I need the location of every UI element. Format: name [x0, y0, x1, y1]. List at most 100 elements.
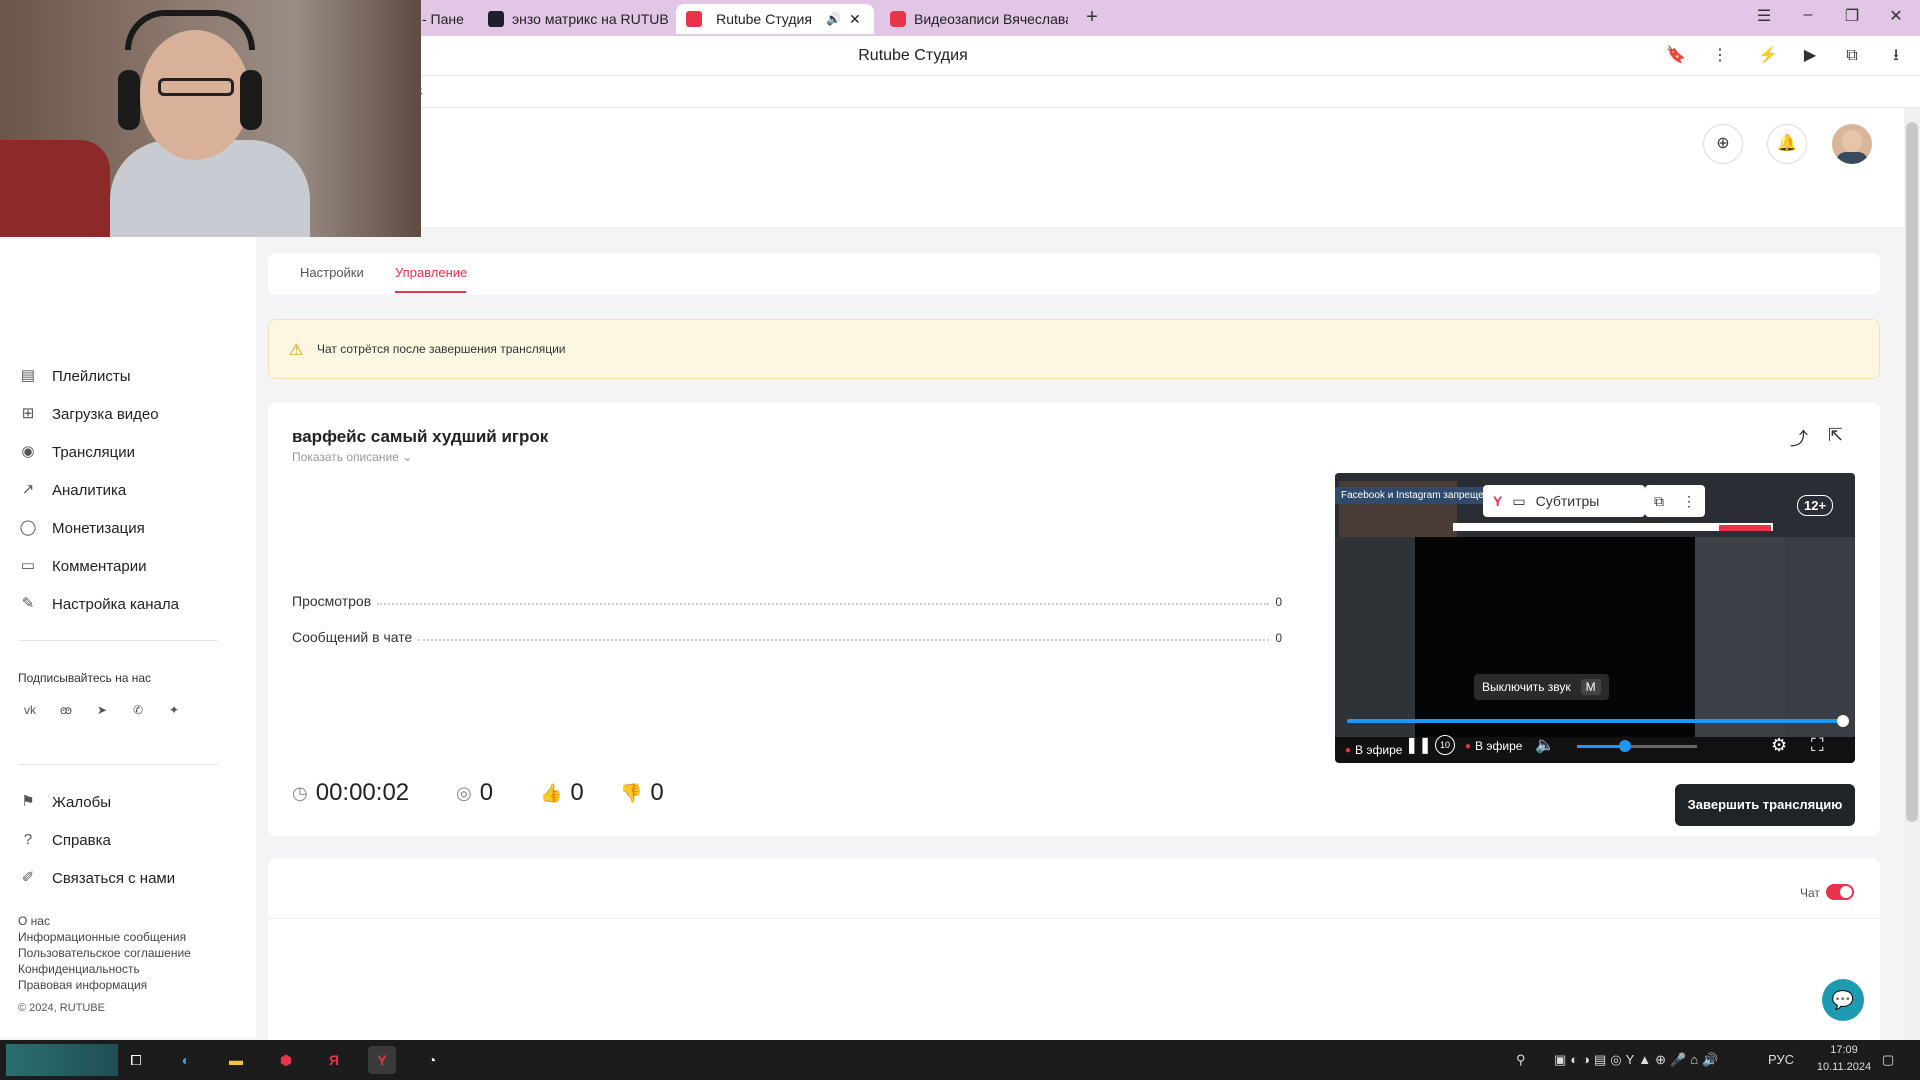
- new-tab-button[interactable]: +: [1078, 6, 1106, 28]
- progress-handle[interactable]: [1837, 715, 1849, 727]
- settings-gear-icon[interactable]: ⚙: [1771, 735, 1787, 756]
- sidebar-item-playlists[interactable]: ▤ Плейлисты: [18, 364, 131, 388]
- volume-icon[interactable]: 🔈: [1535, 735, 1555, 755]
- preview-side-panel: [1695, 537, 1785, 737]
- avatar[interactable]: [1832, 124, 1872, 164]
- tray-person-icon[interactable]: ⚲: [1516, 1052, 1526, 1068]
- media-icon[interactable]: ▶: [1798, 44, 1822, 68]
- explorer-icon[interactable]: ▬: [222, 1046, 250, 1074]
- live-dot-icon: ●: [1465, 740, 1472, 752]
- clock-time[interactable]: 17:09: [1824, 1044, 1864, 1056]
- tab-settings[interactable]: Настройки: [300, 265, 364, 280]
- live-indicator: ● В эфире: [1345, 743, 1402, 757]
- notifications-icon[interactable]: 🔔: [1767, 124, 1807, 164]
- browser-tab-enzo[interactable]: энзо матрикс на RUTUBE: [478, 4, 668, 34]
- scrollbar-thumb[interactable]: [1906, 122, 1918, 822]
- bookmark-icon[interactable]: 🔖: [1664, 44, 1688, 68]
- footer-link-about[interactable]: О нас: [18, 914, 50, 928]
- yandex-icon[interactable]: Я: [320, 1046, 348, 1074]
- obs-icon[interactable]: ◔: [418, 1046, 446, 1074]
- volume-handle[interactable]: [1619, 740, 1631, 752]
- sidebar-item-label: Трансляции: [52, 443, 136, 461]
- chat-toggle[interactable]: [1826, 884, 1854, 900]
- create-button[interactable]: ⊕: [1703, 124, 1743, 164]
- sidebar-item-comments[interactable]: ▭ Комментарии: [18, 554, 147, 578]
- more-icon[interactable]: ⋮: [1708, 44, 1732, 68]
- sidebar-item-analytics[interactable]: ↗ Аналитика: [18, 478, 127, 502]
- end-broadcast-button[interactable]: Завершить трансляцию: [1675, 784, 1855, 826]
- progress-track[interactable]: [1347, 719, 1843, 723]
- close-tab-icon[interactable]: ✕: [849, 11, 861, 28]
- pip-icon[interactable]: ⧉: [1654, 493, 1664, 510]
- footer-link-legal[interactable]: Правовая информация: [18, 978, 147, 992]
- subtitles-button[interactable]: Субтитры: [1536, 493, 1600, 509]
- share-icon[interactable]: ⤴: [1790, 425, 1808, 451]
- browser-tab-dashboard[interactable]: - Пане: [412, 4, 472, 34]
- browser-tab-videos[interactable]: Видеозаписи Вячеслава: [880, 4, 1068, 34]
- vk-icon[interactable]: vk: [18, 698, 42, 722]
- rutube-favicon-icon: [488, 11, 504, 27]
- clock-date[interactable]: 10.11.2024: [1812, 1061, 1876, 1073]
- more-icon[interactable]: ⋮: [1682, 493, 1696, 510]
- warning-text: Чат сотрётся после завершения трансляции: [317, 342, 566, 356]
- dislikes-value: 0: [650, 779, 664, 806]
- sidebar-item-broadcasts[interactable]: ◉ Трансляции: [18, 440, 135, 464]
- chat-divider: [268, 918, 1880, 919]
- page-tabs: Настройки Управление: [268, 253, 1880, 295]
- menu-icon[interactable]: ☰: [1750, 6, 1778, 28]
- more-social-icon[interactable]: ✦: [162, 698, 186, 722]
- close-window-icon[interactable]: ✕: [1882, 6, 1910, 28]
- speaker-icon[interactable]: 🔊: [826, 12, 841, 26]
- ok-icon[interactable]: ꙭ: [54, 698, 78, 722]
- show-description-link[interactable]: Показать описание ⌄: [292, 450, 412, 464]
- sidebar-item-monetization[interactable]: ◯ Монетизация: [18, 516, 145, 540]
- yandex-browser-icon[interactable]: Y: [368, 1046, 396, 1074]
- language-indicator[interactable]: РУС: [1768, 1052, 1794, 1067]
- viber-icon[interactable]: ✆: [126, 698, 150, 722]
- sidebar-item-channel-settings[interactable]: ✎ Настройка канала: [18, 592, 179, 616]
- upload-icon: ⊞: [21, 405, 35, 422]
- app-red-icon[interactable]: ⬢: [272, 1046, 300, 1074]
- pause-icon[interactable]: ❚❚: [1405, 735, 1432, 755]
- divider: [18, 764, 218, 765]
- speed-icon[interactable]: ⚡: [1756, 44, 1780, 68]
- footer-link-terms[interactable]: Пользовательское соглашение: [18, 946, 191, 960]
- volume-track[interactable]: [1577, 745, 1697, 748]
- footer-link-privacy[interactable]: Конфиденциальность: [18, 962, 140, 976]
- player-extra-controls: ⧉ ⋮: [1645, 485, 1705, 517]
- stat-value: 0: [1275, 631, 1282, 645]
- rewind-10-icon[interactable]: 10: [1435, 735, 1455, 755]
- start-area[interactable]: [6, 1044, 118, 1076]
- live-badge-label: В эфире: [1475, 739, 1523, 753]
- telegram-icon[interactable]: ➤: [90, 698, 114, 722]
- yandex-icon[interactable]: Y: [1493, 493, 1502, 509]
- browser-tab-rutube-studio[interactable]: Rutube Студия 🔊 ✕: [676, 4, 874, 34]
- likes-counter: 👍 0: [540, 779, 584, 807]
- sidebar-item-complaints[interactable]: ⚑ Жалобы: [18, 790, 111, 814]
- task-view-icon[interactable]: ⧠: [122, 1046, 150, 1074]
- support-chat-button[interactable]: 💬: [1822, 979, 1864, 1021]
- sidebar-item-label: Монетизация: [52, 519, 145, 537]
- live-dot-icon: ●: [1345, 744, 1352, 756]
- sidebar-item-upload[interactable]: ⊞ Загрузка видео: [18, 402, 159, 426]
- coin-icon: ◯: [19, 519, 37, 536]
- restore-icon[interactable]: ❐: [1838, 6, 1866, 28]
- extensions-icon[interactable]: ⧉: [1840, 44, 1864, 68]
- footer-link-info[interactable]: Информационные сообщения: [18, 930, 186, 944]
- sidebar-item-contact[interactable]: ✐ Связаться с нами: [18, 866, 175, 890]
- video-player[interactable]: Facebook и Instagram запрещен Y ▭ Субтит…: [1335, 473, 1855, 763]
- viewers-value: 0: [479, 779, 494, 806]
- stat-label: Просмотров: [292, 593, 372, 609]
- download-icon[interactable]: ⭳: [1884, 44, 1908, 68]
- open-external-icon[interactable]: ⇱: [1828, 425, 1843, 446]
- tab-manage[interactable]: Управление: [395, 265, 467, 280]
- tray-icons[interactable]: ▣◐◑▤◎Y▲⊕🎤⌂🔊: [1554, 1052, 1722, 1068]
- volume-fill: [1577, 745, 1625, 748]
- notifications-center-icon[interactable]: ▢: [1882, 1052, 1894, 1068]
- fullscreen-icon[interactable]: ⛶: [1811, 735, 1824, 756]
- comment-icon: ▭: [20, 557, 36, 574]
- edge-icon[interactable]: ◐: [172, 1046, 200, 1074]
- sidebar-item-help[interactable]: ? Справка: [18, 828, 111, 852]
- live-badge[interactable]: ● В эфире: [1465, 739, 1522, 753]
- minimize-icon[interactable]: –: [1794, 6, 1822, 28]
